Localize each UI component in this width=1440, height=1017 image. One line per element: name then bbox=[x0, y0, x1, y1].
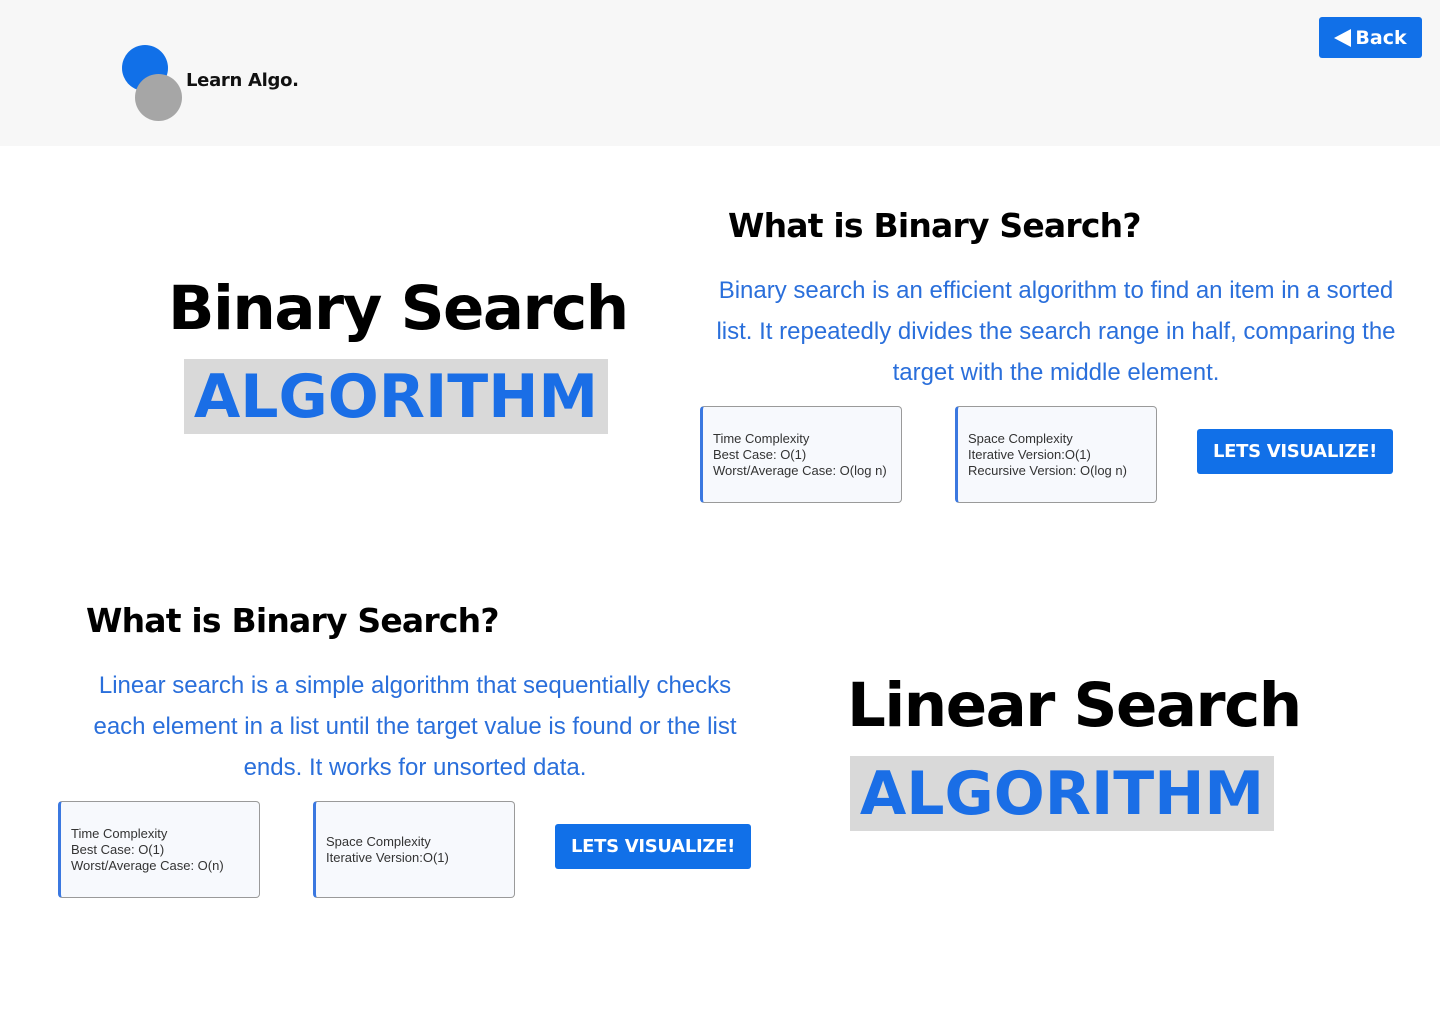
card-line: Recursive Version: O(log n) bbox=[968, 462, 1127, 478]
binary-search-title: Binary Search bbox=[168, 273, 629, 344]
logo-text: Learn Algo. bbox=[186, 70, 299, 91]
binary-algorithm-tag: ALGORITHM bbox=[184, 359, 608, 434]
binary-space-complexity-card: Space Complexity Iterative Version:O(1) … bbox=[955, 406, 1157, 503]
back-button-label: Back bbox=[1355, 26, 1407, 49]
card-line: Iterative Version:O(1) bbox=[968, 446, 1091, 462]
back-arrow-icon bbox=[1334, 28, 1352, 47]
card-heading: Space Complexity bbox=[326, 833, 431, 849]
logo-gray-circle-icon bbox=[135, 74, 182, 121]
binary-description: Binary search is an efficient algorithm … bbox=[716, 277, 1396, 386]
linear-description: Linear search is a simple algorithm that… bbox=[93, 672, 737, 781]
linear-visualize-button[interactable]: LETS VISUALIZE! bbox=[555, 824, 751, 869]
linear-question-heading: What is Binary Search? bbox=[86, 601, 499, 640]
card-heading: Time Complexity bbox=[71, 825, 168, 841]
card-line: Worst/Average Case: O(n) bbox=[71, 857, 224, 873]
card-line: Iterative Version:O(1) bbox=[326, 849, 449, 865]
binary-time-complexity-card: Time Complexity Best Case: O(1) Worst/Av… bbox=[700, 406, 902, 503]
linear-space-complexity-card: Space Complexity Iterative Version:O(1) bbox=[313, 801, 515, 898]
back-button[interactable]: Back bbox=[1319, 17, 1422, 58]
linear-algorithm-tag: ALGORITHM bbox=[850, 756, 1274, 831]
card-line: Worst/Average Case: O(log n) bbox=[713, 462, 887, 478]
linear-search-title: Linear Search bbox=[847, 670, 1302, 741]
binary-question-heading: What is Binary Search? bbox=[728, 206, 1141, 245]
logo[interactable]: Learn Algo. bbox=[122, 45, 322, 125]
card-line: Best Case: O(1) bbox=[713, 446, 807, 462]
card-line: Best Case: O(1) bbox=[71, 841, 165, 857]
binary-visualize-button[interactable]: LETS VISUALIZE! bbox=[1197, 429, 1393, 474]
card-heading: Space Complexity bbox=[968, 430, 1073, 446]
card-heading: Time Complexity bbox=[713, 430, 810, 446]
linear-time-complexity-card: Time Complexity Best Case: O(1) Worst/Av… bbox=[58, 801, 260, 898]
header: Learn Algo. Back bbox=[0, 0, 1440, 146]
